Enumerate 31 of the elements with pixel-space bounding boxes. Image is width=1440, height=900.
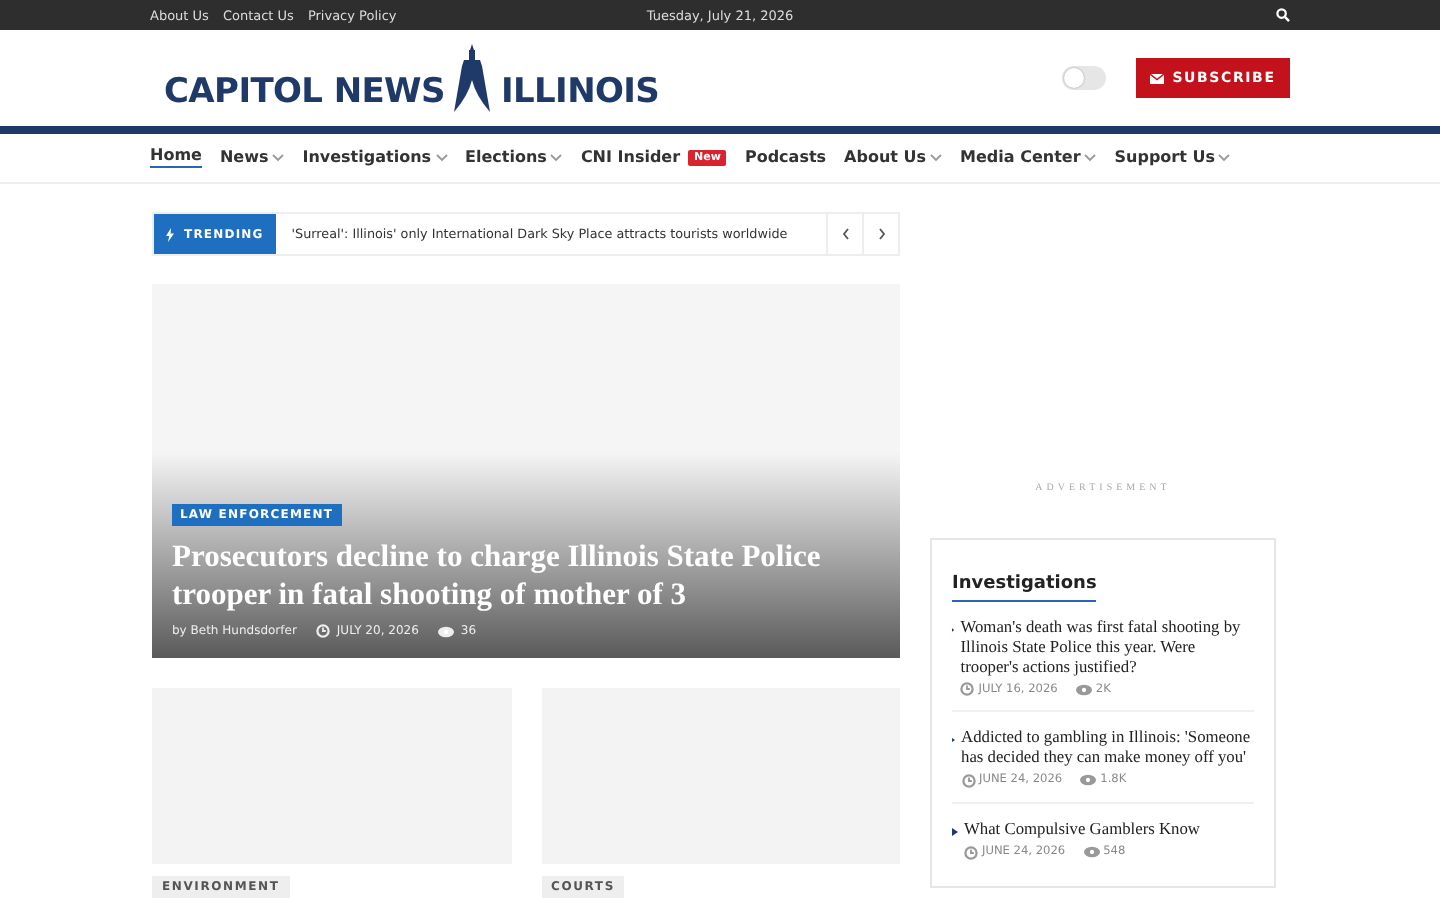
nav-item[interactable]: Podcasts — [744, 134, 827, 182]
widget-title: Investigations — [952, 574, 1097, 602]
bolt-icon — [166, 227, 174, 241]
article-link[interactable]: What Compulsive Gamblers Know — [964, 819, 1200, 840]
eye-icon — [1083, 846, 1100, 859]
article-link[interactable]: Woman's death was first fatal shooting by Illinois State Police this year. Were trooper's actions justified? — [960, 618, 1254, 677]
clock-icon — [316, 624, 331, 638]
clock-icon — [964, 845, 978, 860]
envelope-icon — [1150, 73, 1165, 83]
nav-item[interactable]: Media Center — [960, 134, 1097, 182]
search-icon[interactable] — [1276, 8, 1290, 22]
article-link[interactable]: Addicted to gambling in Illinois: 'Someone has decided they can make money off you' — [961, 728, 1254, 768]
hero-headline[interactable]: Prosecutors decline to charge Illinois State Police trooper in fatal shooting of mother of 3 — [172, 538, 880, 614]
chevron-left-icon — [841, 228, 849, 240]
nav-item[interactable]: Home — [150, 134, 202, 182]
nav-item[interactable]: Support Us — [1114, 134, 1231, 182]
dark-mode-toggle[interactable] — [1062, 66, 1106, 90]
chevron-right-icon — [877, 228, 885, 240]
nav-item[interactable]: About Us — [844, 134, 943, 182]
nav-item[interactable]: News — [219, 134, 285, 182]
logo-text[interactable]: ILLINOIS — [500, 72, 660, 112]
bullet-icon — [952, 827, 958, 836]
eye-icon — [438, 625, 455, 637]
nav-item[interactable]: Investigations — [302, 134, 448, 182]
dome-icon[interactable] — [450, 44, 495, 112]
nav-item[interactable]: Elections — [465, 134, 563, 182]
eye-icon — [1080, 774, 1097, 787]
clock-icon — [961, 773, 976, 788]
clock-icon — [960, 682, 975, 697]
logo-text[interactable]: CAPITOL NEWS — [164, 72, 445, 112]
eye-icon — [1075, 683, 1092, 696]
